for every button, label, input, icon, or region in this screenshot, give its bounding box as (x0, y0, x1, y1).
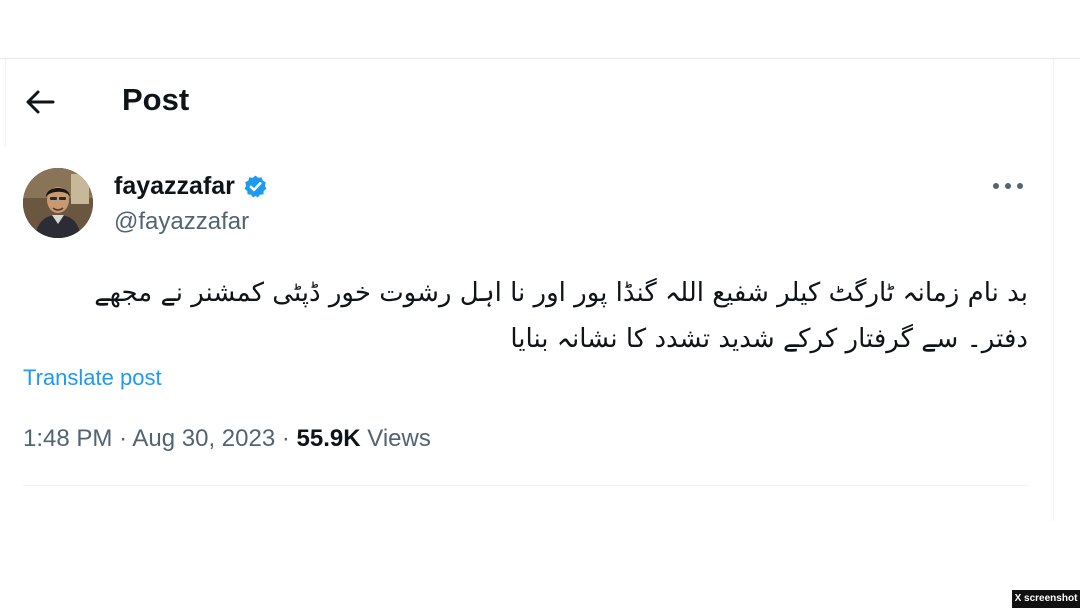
post-date[interactable]: Aug 30, 2023 (132, 425, 275, 452)
translate-post-link[interactable]: Translate post (23, 363, 162, 393)
post-header: Post (0, 70, 1053, 132)
screenshot-frame: Post fayazzafar @fayazzafar بد نام زمانہ… (0, 0, 1080, 608)
post-time[interactable]: 1:48 PM (23, 425, 112, 452)
divider (23, 485, 1028, 486)
views-label: Views (367, 425, 431, 452)
post-meta: 1:48 PM · Aug 30, 2023 · 55.9K Views (23, 423, 431, 455)
avatar[interactable] (23, 168, 93, 238)
display-name-text: fayazzafar (114, 172, 235, 200)
tweet-text-line: بد نام زمانہ ٹارگٹ کیلر شفیع اللہ گنڈا پ… (94, 278, 1028, 308)
author-handle[interactable]: @fayazzafar (114, 206, 249, 238)
screenshot-watermark: X screenshot (1012, 590, 1080, 608)
profile-photo (23, 168, 93, 238)
views-count: 55.9K (296, 425, 361, 452)
author-display-name[interactable]: fayazzafar (114, 170, 268, 202)
meta-separator: · (281, 425, 290, 452)
top-blank-strip (0, 0, 1080, 59)
page-title: Post (122, 82, 190, 117)
more-options-button[interactable] (988, 172, 1028, 200)
verified-badge-icon (244, 175, 267, 197)
more-dots-icon (993, 183, 1023, 189)
tweet-text-line: دفتر۔ سے گرفتار کرکے شدید تشدد کا نشانہ … (510, 324, 1028, 354)
arrow-left-icon (26, 90, 55, 114)
meta-separator: · (119, 425, 128, 452)
back-button[interactable] (18, 82, 62, 122)
tweet-text: بد نام زمانہ ٹارگٹ کیلر شفیع اللہ گنڈا پ… (18, 270, 1028, 362)
